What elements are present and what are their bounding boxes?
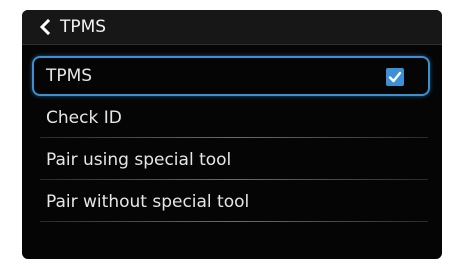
chevron-left-icon — [38, 18, 52, 36]
checkmark-icon — [388, 71, 402, 83]
menu-item-pair-without-tool[interactable]: Pair without special tool — [22, 182, 442, 222]
tpms-checkbox[interactable] — [386, 68, 404, 86]
row-divider — [40, 221, 428, 222]
menu-item-check-id[interactable]: Check ID — [22, 98, 442, 138]
menu-item-label: Check ID — [46, 108, 122, 128]
row-divider — [40, 179, 428, 180]
row-divider — [40, 137, 428, 138]
menu-list: TPMS Check ID Pair using special tool Pa… — [22, 56, 442, 222]
header-bar: TPMS — [22, 10, 442, 45]
tpms-screen: TPMS TPMS Check ID Pair using special to… — [22, 10, 442, 259]
menu-item-tpms[interactable]: TPMS — [32, 56, 430, 96]
menu-item-label: Pair using special tool — [46, 150, 232, 170]
page-title: TPMS — [60, 17, 107, 37]
menu-item-label: Pair without special tool — [46, 192, 250, 212]
menu-item-label: TPMS — [46, 66, 93, 86]
back-button[interactable]: TPMS — [22, 10, 106, 44]
menu-item-pair-special-tool[interactable]: Pair using special tool — [22, 140, 442, 180]
